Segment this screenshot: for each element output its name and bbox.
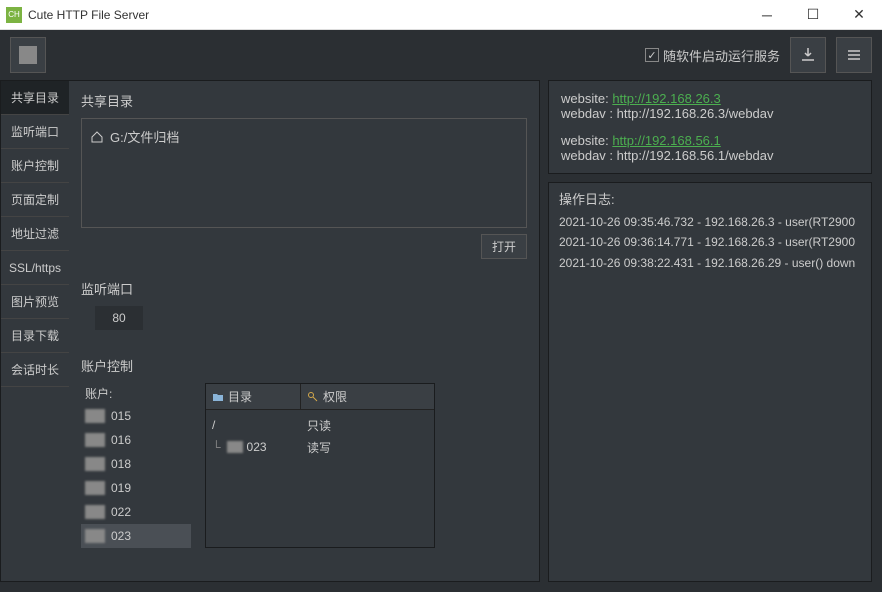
account-header: 账户: <box>81 383 191 404</box>
log-line: 2021-10-26 09:36:14.771 - 192.168.26.3 -… <box>559 232 861 252</box>
perm-row[interactable]: / 只读 <box>206 414 434 436</box>
perm-row[interactable]: └023 读写 <box>206 436 434 458</box>
log-line: 2021-10-26 09:38:22.431 - 192.168.26.29 … <box>559 253 861 273</box>
window-title: Cute HTTP File Server <box>28 8 744 22</box>
key-icon <box>307 391 319 403</box>
share-title: 共享目录 <box>81 91 527 110</box>
right-panel: website: http://192.168.26.3 webdav : ht… <box>548 80 872 582</box>
port-title: 监听端口 <box>81 279 527 298</box>
autostart-checkbox[interactable]: ✓ 随软件启动运行服务 <box>645 46 780 65</box>
checkbox-icon: ✓ <box>645 48 659 62</box>
sidebar-item-share[interactable]: 共享目录 <box>1 81 69 115</box>
titlebar: CH Cute HTTP File Server ─ ☐ ✕ <box>0 0 882 30</box>
minimize-button[interactable]: ─ <box>744 0 790 29</box>
account-item-selected[interactable]: 023 <box>81 524 191 548</box>
share-list[interactable]: G:/文件归档 <box>81 118 527 228</box>
sidebar-item-ssl[interactable]: SSL/https <box>1 251 69 285</box>
toolbar: ✓ 随软件启动运行服务 <box>0 30 882 80</box>
sidebar-item-page[interactable]: 页面定制 <box>1 183 69 217</box>
account-item[interactable]: 019 <box>81 476 191 500</box>
account-title: 账户控制 <box>81 356 527 375</box>
download-button[interactable] <box>790 37 826 73</box>
sidebar-item-dl[interactable]: 目录下载 <box>1 319 69 353</box>
account-item[interactable]: 022 <box>81 500 191 524</box>
server-info: website: http://192.168.26.3 webdav : ht… <box>548 80 872 174</box>
sidebar: 共享目录 监听端口 账户控制 页面定制 地址过滤 SSL/https 图片预览 … <box>1 81 69 581</box>
log-line: 2021-10-26 09:35:46.732 - 192.168.26.3 -… <box>559 212 861 232</box>
left-panel: 共享目录 监听端口 账户控制 页面定制 地址过滤 SSL/https 图片预览 … <box>0 80 540 582</box>
content-area: 共享目录 G:/文件归档 打开 监听端口 账户控制 账户: <box>69 81 539 581</box>
close-button[interactable]: ✕ <box>836 0 882 29</box>
website-link-2[interactable]: http://192.168.56.1 <box>612 133 720 148</box>
account-list: 账户: 015 016 018 019 022 023 <box>81 383 191 548</box>
webdav-url-2: http://192.168.56.1/webdav <box>617 148 774 163</box>
menu-button[interactable] <box>836 37 872 73</box>
website-link-1[interactable]: http://192.168.26.3 <box>612 91 720 106</box>
stop-button[interactable] <box>10 37 46 73</box>
sidebar-item-session[interactable]: 会话时长 <box>1 353 69 387</box>
sidebar-item-account[interactable]: 账户控制 <box>1 149 69 183</box>
share-path: G:/文件归档 <box>110 127 179 146</box>
autostart-label: 随软件启动运行服务 <box>663 46 780 65</box>
account-item[interactable]: 015 <box>81 404 191 428</box>
sidebar-item-img[interactable]: 图片预览 <box>1 285 69 319</box>
sidebar-item-filter[interactable]: 地址过滤 <box>1 217 69 251</box>
sidebar-item-port[interactable]: 监听端口 <box>1 115 69 149</box>
account-item[interactable]: 016 <box>81 428 191 452</box>
folder-icon <box>212 391 224 403</box>
home-icon <box>90 130 104 144</box>
perm-col-dir: 目录 <box>206 384 301 409</box>
account-item[interactable]: 018 <box>81 452 191 476</box>
webdav-url-1: http://192.168.26.3/webdav <box>617 106 774 121</box>
perm-col-perm: 权限 <box>301 384 353 409</box>
maximize-button[interactable]: ☐ <box>790 0 836 29</box>
app-icon: CH <box>6 7 22 23</box>
share-item[interactable]: G:/文件归档 <box>90 127 518 146</box>
permission-table: 目录 权限 / 只读 <box>205 383 435 548</box>
port-input[interactable] <box>95 306 143 330</box>
log-title: 操作日志: <box>559 189 861 208</box>
open-button[interactable]: 打开 <box>481 234 527 259</box>
log-panel: 操作日志: 2021-10-26 09:35:46.732 - 192.168.… <box>548 182 872 582</box>
